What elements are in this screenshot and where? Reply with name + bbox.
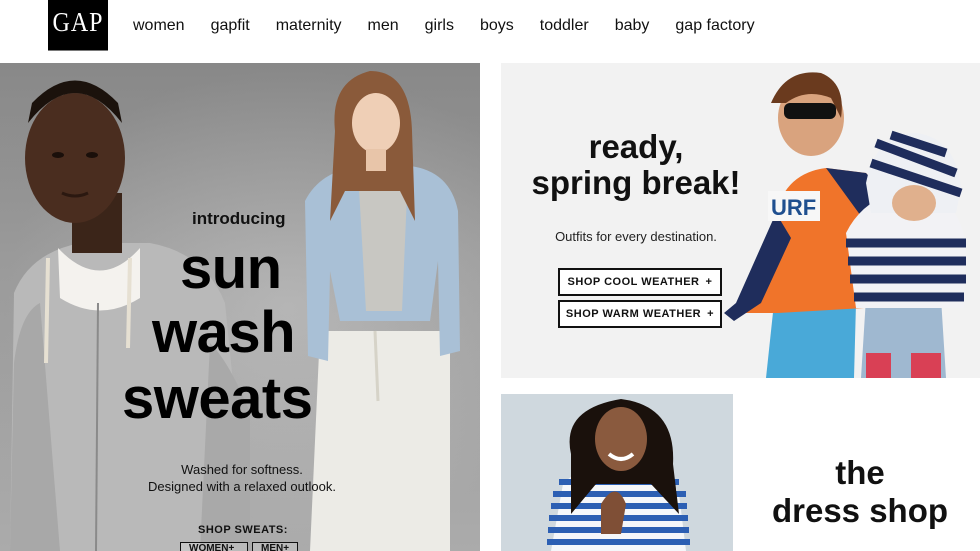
- shop-cool-weather-button[interactable]: SHOP COOL WEATHER +: [558, 268, 722, 296]
- woman-striped-top-photo: [547, 399, 690, 551]
- hero-intro-text: introducing: [192, 209, 286, 228]
- nav-maternity[interactable]: maternity: [276, 17, 342, 35]
- shirt-text: URF: [771, 195, 816, 220]
- gap-logo[interactable]: GAP: [48, 0, 108, 51]
- plus-icon: +: [705, 276, 713, 288]
- dress-shop-line2: dress shop: [771, 492, 949, 529]
- hero-desc-line2: Designed with a relaxed outlook.: [148, 479, 336, 494]
- hero-description: Washed for softness. Designed with a rel…: [142, 461, 342, 495]
- hero-headline-wash: wash: [152, 300, 296, 365]
- nav-gap-factory[interactable]: gap factory: [675, 17, 754, 35]
- hero-sun-wash-sweats[interactable]: introducing sun wash sweats Washed for s…: [0, 63, 480, 551]
- shop-sweats-men-button[interactable]: MEN+: [252, 542, 298, 551]
- plus-icon: +: [707, 308, 715, 320]
- hero-headline-sun: sun: [180, 236, 282, 301]
- hero-spring-break[interactable]: ready, spring break! Outfits for every d…: [501, 63, 980, 378]
- nav-women[interactable]: women: [133, 17, 185, 35]
- nav-gapfit[interactable]: gapfit: [211, 17, 250, 35]
- nav-men[interactable]: men: [368, 17, 399, 35]
- hero-headline-sweats: sweats: [122, 366, 313, 431]
- shop-warm-weather-button[interactable]: SHOP WARM WEATHER +: [558, 300, 722, 328]
- shop-sweats-label: SHOP SWEATS:: [198, 524, 288, 536]
- shop-sweats-women-button[interactable]: WOMEN+: [180, 542, 248, 551]
- kids-photo: URF: [724, 72, 966, 378]
- dress-shop-heading[interactable]: the dress shop: [760, 454, 960, 530]
- nav-toddler[interactable]: toddler: [540, 17, 589, 35]
- nav-girls[interactable]: girls: [425, 17, 454, 35]
- hero-desc-line1: Washed for softness.: [181, 462, 303, 477]
- nav-boys[interactable]: boys: [480, 17, 514, 35]
- dress-shop-line1: the: [835, 454, 885, 491]
- shop-warm-weather-label: SHOP WARM WEATHER: [565, 308, 702, 320]
- main-nav: women gapfit maternity men girls boys to…: [133, 17, 755, 35]
- site-header: GAP women gapfit maternity men girls boy…: [0, 0, 980, 62]
- dress-shop-photo-panel[interactable]: [501, 394, 733, 551]
- shop-cool-weather-label: SHOP COOL WEATHER: [567, 276, 700, 288]
- nav-baby[interactable]: baby: [615, 17, 650, 35]
